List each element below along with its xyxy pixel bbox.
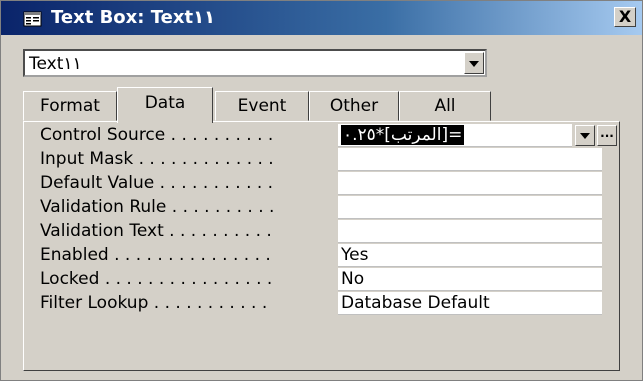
close-icon: X (618, 7, 632, 26)
enabled-field[interactable]: Yes (338, 244, 602, 267)
validation-rule-field[interactable] (338, 196, 602, 219)
property-row-filter-lookup[interactable]: Filter Lookup . . . . . . . . . . . Data… (24, 292, 619, 316)
property-label: Default Value . . . . . . . . . . . (40, 173, 274, 193)
property-row-control-source[interactable]: Control Source . . . . . . . . . . =[الم… (24, 124, 619, 148)
tab-format-label: Format (40, 96, 100, 116)
enabled-value: Yes (341, 245, 369, 265)
control-source-field[interactable]: =[المرتب]*٠.٢٥ (338, 124, 572, 147)
data-tab-panel: Control Source . . . . . . . . . . =[الم… (23, 121, 620, 371)
tab-data[interactable]: Data (117, 87, 213, 123)
property-row-validation-text[interactable]: Validation Text . . . . . . . . . . (24, 220, 619, 244)
tab-event[interactable]: Event (215, 91, 309, 121)
control-source-value: =[المرتب]*٠.٢٥ (341, 125, 465, 145)
tab-data-label: Data (144, 93, 186, 113)
ellipsis-icon: ... (600, 126, 614, 140)
property-row-input-mask[interactable]: Input Mask . . . . . . . . . . . . . (24, 148, 619, 172)
object-selector-dropdown-button[interactable] (464, 52, 484, 74)
property-row-validation-rule[interactable]: Validation Rule . . . . . . . . . . (24, 196, 619, 220)
control-source-dropdown-button[interactable] (575, 125, 595, 146)
tab-all[interactable]: All (399, 91, 491, 121)
tab-format[interactable]: Format (23, 91, 117, 121)
property-row-enabled[interactable]: Enabled . . . . . . . . . . . . . . . Ye… (24, 244, 619, 268)
property-sheet-icon (23, 11, 42, 27)
filter-lookup-value: Database Default (341, 293, 490, 313)
validation-text-field[interactable] (338, 220, 602, 243)
input-mask-field[interactable] (338, 148, 602, 171)
property-label: Validation Text . . . . . . . . . . (40, 221, 272, 241)
default-value-field[interactable] (338, 172, 602, 195)
property-label: Control Source . . . . . . . . . . (40, 125, 274, 145)
builder-button[interactable]: ... (597, 125, 617, 146)
window-title: Text Box: Text١١ (51, 7, 216, 28)
property-row-default-value[interactable]: Default Value . . . . . . . . . . . (24, 172, 619, 196)
property-row-locked[interactable]: Locked . . . . . . . . . . . . . . . . N… (24, 268, 619, 292)
object-selector-combo[interactable]: Text١١ (23, 49, 487, 77)
property-label: Validation Rule . . . . . . . . . . (40, 197, 275, 217)
tab-other[interactable]: Other (309, 91, 399, 121)
chevron-down-icon (469, 61, 479, 67)
tab-other-label: Other (329, 96, 379, 116)
filter-lookup-field[interactable]: Database Default (338, 292, 602, 315)
title-bar[interactable]: Text Box: Text١١ X (1, 1, 642, 35)
close-button[interactable]: X (614, 7, 636, 27)
property-label: Input Mask . . . . . . . . . . . . . (40, 149, 274, 169)
property-label: Filter Lookup . . . . . . . . . . . (40, 293, 268, 313)
locked-field[interactable]: No (338, 268, 602, 291)
property-sheet-window: Text Box: Text١١ X Text١١ Format Data Ev… (0, 0, 643, 381)
tab-all-label: All (434, 96, 456, 116)
property-label: Locked . . . . . . . . . . . . . . . . (40, 269, 273, 289)
property-label: Enabled . . . . . . . . . . . . . . . (40, 245, 271, 265)
tab-event-label: Event (237, 96, 287, 116)
chevron-down-icon (580, 133, 590, 139)
locked-value: No (341, 269, 365, 289)
object-selector-value: Text١١ (29, 54, 82, 74)
